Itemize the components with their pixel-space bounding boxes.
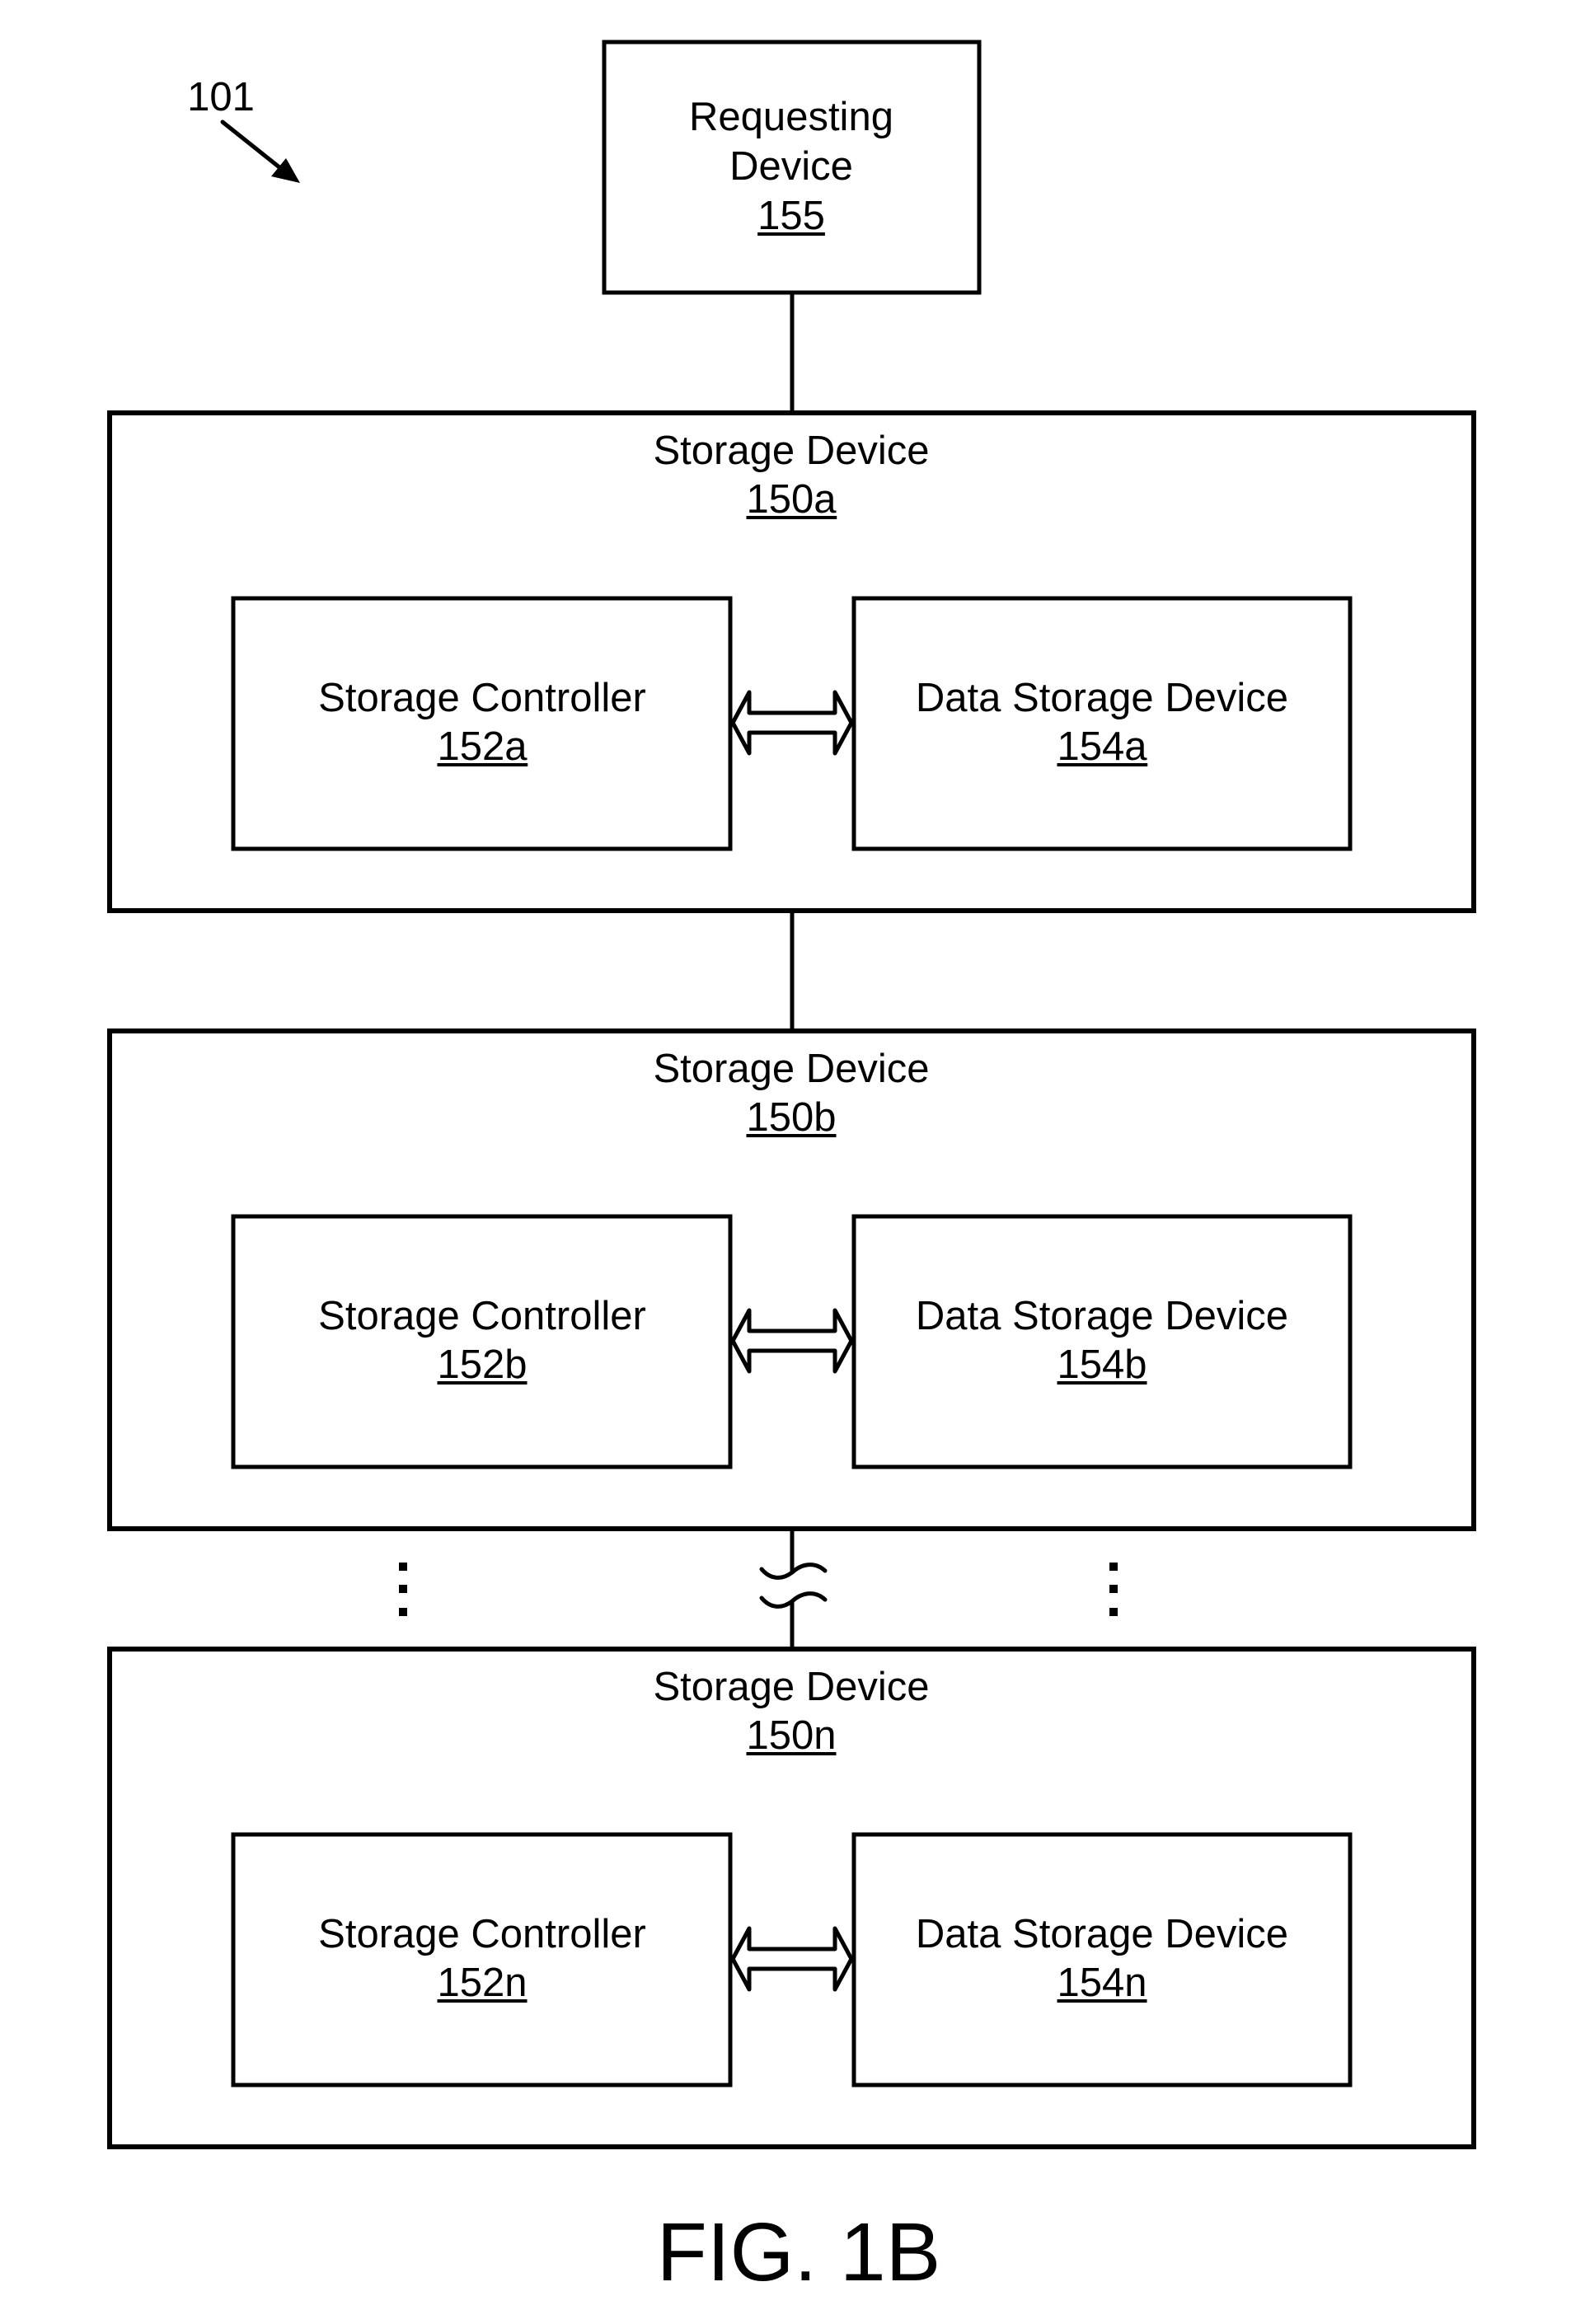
storage-device-150a: Storage Device 150a Storage Controller 1… bbox=[107, 410, 1476, 913]
storage-controller-box bbox=[231, 1214, 733, 1469]
requesting-device-ref: 155 bbox=[757, 194, 825, 238]
arrow-down-right-icon bbox=[220, 119, 300, 183]
data-storage-device-title: Data Storage Device bbox=[916, 676, 1288, 720]
requesting-device-label-line2: Device bbox=[729, 144, 853, 189]
storage-device-150n: Storage Device 150n Storage Controller 1… bbox=[107, 1647, 1476, 2149]
storage-controller-ref: 152a bbox=[437, 724, 528, 769]
storage-device-150b: Storage Device 150b Storage Controller 1… bbox=[107, 1028, 1476, 1531]
data-storage-device: Data Storage Device 154b bbox=[851, 1214, 1353, 1469]
storage-controller-title: Storage Controller bbox=[318, 1912, 646, 1956]
figure-caption: FIG. 1B bbox=[657, 2206, 941, 2298]
data-storage-device-ref: 154b bbox=[1057, 1342, 1147, 1387]
requesting-device-label-line1: Requesting bbox=[689, 95, 893, 139]
data-storage-device-title: Data Storage Device bbox=[916, 1294, 1288, 1338]
storage-controller: Storage Controller 152a bbox=[231, 596, 733, 851]
connector-with-break bbox=[759, 1529, 828, 1649]
vertical-ellipsis-icon bbox=[399, 1563, 407, 1616]
requesting-device: Requesting Device 155 bbox=[602, 40, 982, 295]
wavy-break-icon bbox=[759, 1563, 828, 1609]
storage-controller: Storage Controller 152n bbox=[231, 1832, 733, 2087]
storage-controller: Storage Controller 152b bbox=[231, 1214, 733, 1469]
data-storage-device: Data Storage Device 154n bbox=[851, 1832, 1353, 2087]
data-storage-device-ref: 154a bbox=[1057, 724, 1147, 769]
storage-device-title: Storage Device bbox=[653, 1047, 929, 1091]
storage-controller-ref: 152b bbox=[437, 1342, 527, 1387]
data-storage-device: Data Storage Device 154a bbox=[851, 596, 1353, 851]
storage-device-ref: 150b bbox=[746, 1095, 836, 1140]
storage-controller-box bbox=[231, 1832, 733, 2087]
diagram-canvas: 101 Requesting Device 155 Storage Device… bbox=[107, 40, 1476, 2298]
storage-controller-box bbox=[231, 596, 733, 851]
data-storage-device-box bbox=[851, 596, 1353, 851]
data-storage-device-box bbox=[851, 1214, 1353, 1469]
storage-controller-title: Storage Controller bbox=[318, 676, 646, 720]
data-storage-device-title: Data Storage Device bbox=[916, 1912, 1288, 1956]
storage-device-title: Storage Device bbox=[653, 429, 929, 473]
data-storage-device-box bbox=[851, 1832, 1353, 2087]
figure-reference: 101 bbox=[187, 75, 300, 183]
storage-device-ref: 150a bbox=[746, 477, 837, 522]
storage-device-ref: 150n bbox=[746, 1713, 836, 1758]
vertical-ellipsis-icon bbox=[1109, 1563, 1118, 1616]
storage-controller-ref: 152n bbox=[437, 1961, 527, 2005]
storage-device-title: Storage Device bbox=[653, 1665, 929, 1709]
data-storage-device-ref: 154n bbox=[1057, 1961, 1147, 2005]
storage-controller-title: Storage Controller bbox=[318, 1294, 646, 1338]
figure-reference-label: 101 bbox=[187, 75, 255, 119]
